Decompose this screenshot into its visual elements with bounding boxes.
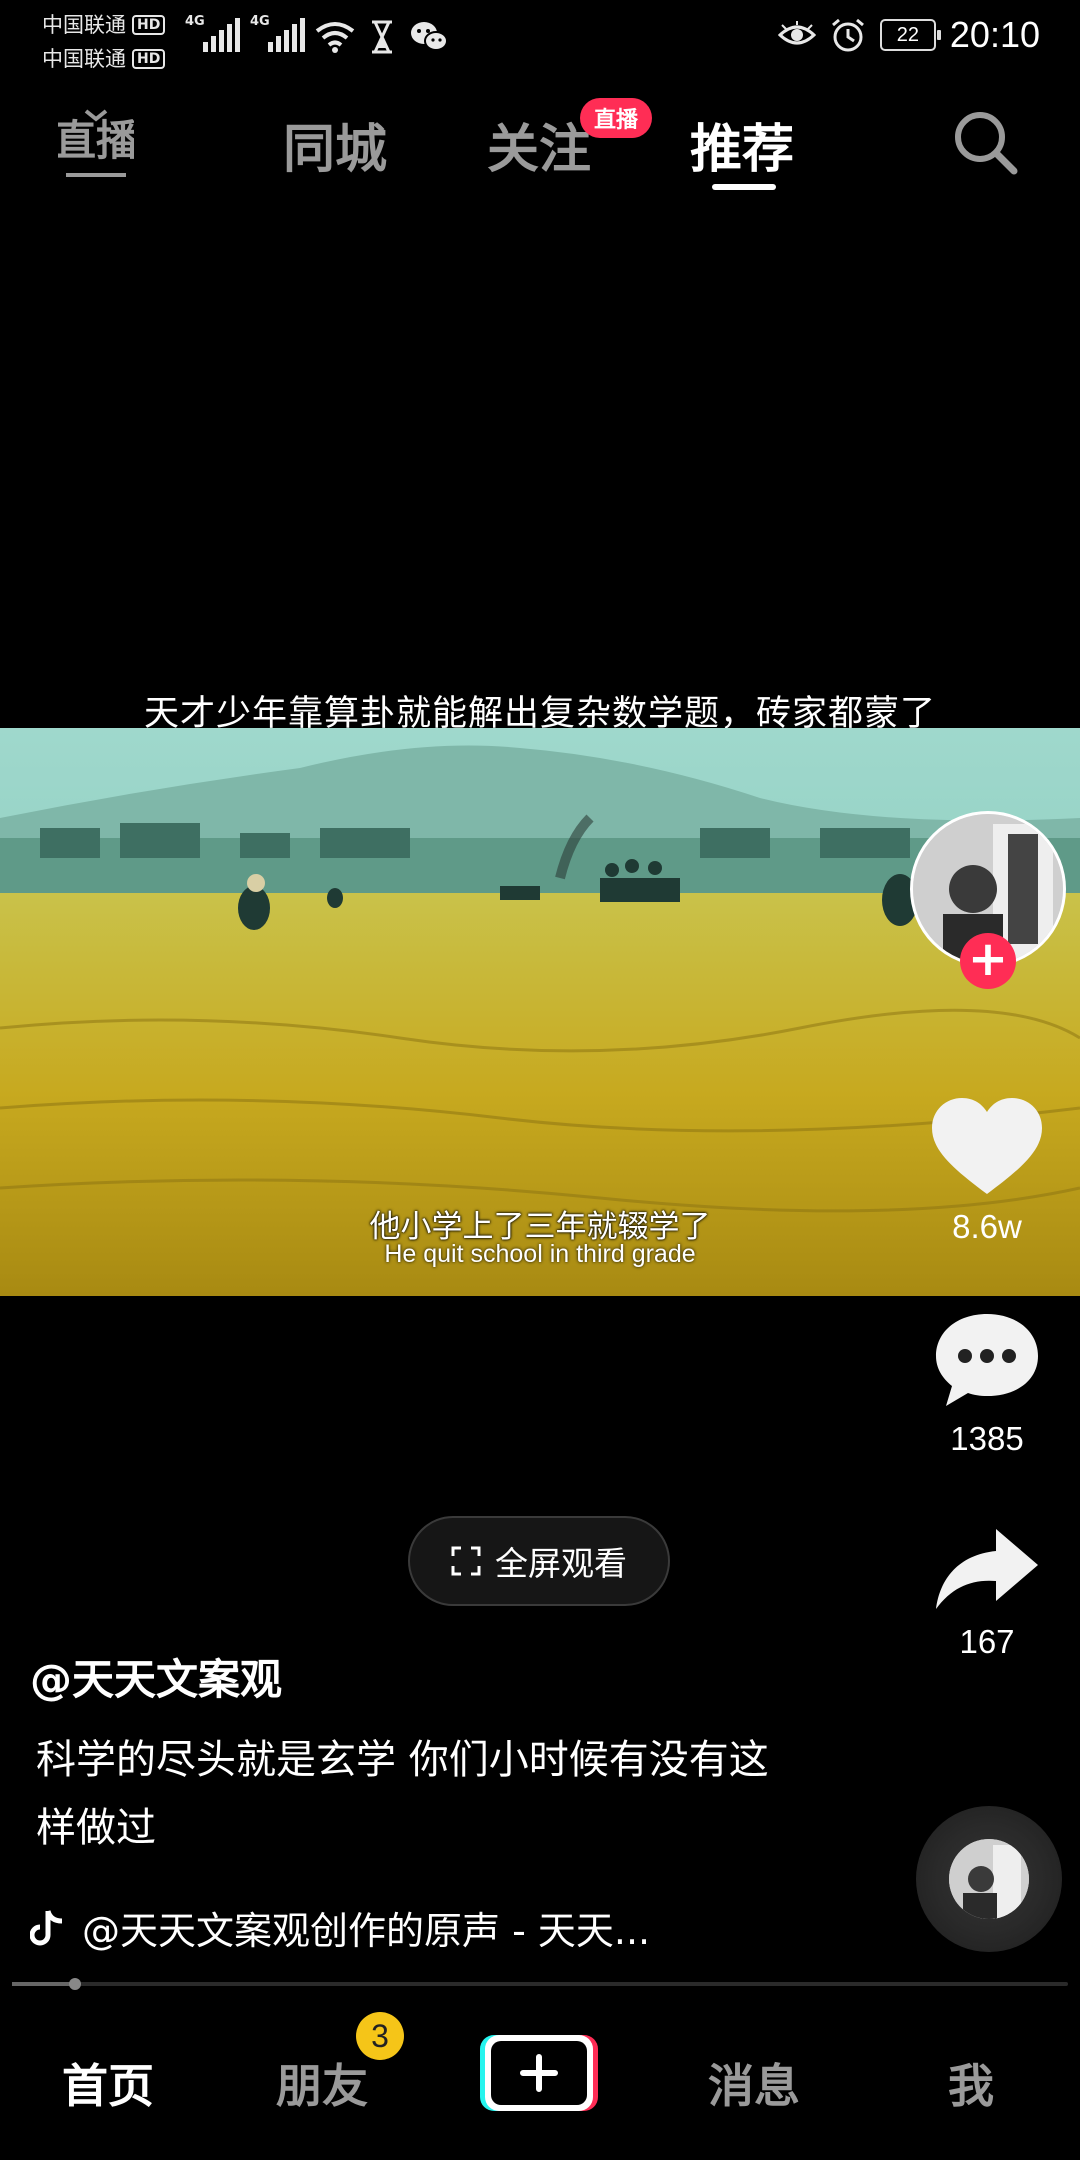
author-name[interactable]: @天天文案观 [30,1646,282,1707]
comment-icon[interactable] [932,1310,1042,1410]
video-progress-bar[interactable] [12,1978,1068,1990]
bottom-nav: 首页 朋友 3 消息 我 [0,2000,1080,2160]
follow-button[interactable]: + [960,933,1016,989]
live-badge: 直播 [580,98,653,138]
like-action[interactable]: 8.6w [912,1098,1062,1246]
music-info[interactable]: @天天文案观创作的原声 - 天天... [30,1900,650,1955]
post-description[interactable]: 科学的尽头就是玄学 你们小时候有没有这样做过 [36,1726,796,1862]
comment-action[interactable]: 1385 [912,1310,1062,1458]
nav-home[interactable]: 首页 [62,2050,154,2116]
hourglass-icon [372,20,392,54]
status-right: 22 20:10 [777,14,1040,56]
hd-icon: HD [132,15,166,35]
tab-following[interactable]: 关注 [487,107,591,182]
top-nav: 直播 同城 关注 直播 推荐 [0,95,1080,195]
battery-icon: 22 [879,19,941,51]
create-button[interactable] [480,2033,598,2113]
progress-fill [12,1982,76,1986]
signal-icon: 4G [185,14,240,52]
carrier-info: 中国联通 HD 中国联通 HD [42,8,166,76]
nav-messages[interactable]: 消息 [708,2050,800,2116]
nav-friends[interactable]: 朋友 [276,2050,368,2116]
status-icons [315,20,449,54]
signal-indicators: 4G 4G [185,14,305,52]
clock: 20:10 [949,14,1040,55]
friends-badge: 3 [356,2012,404,2060]
music-cover [949,1839,1029,1919]
nav-me[interactable]: 我 [948,2050,994,2116]
progress-knob[interactable] [69,1978,82,1990]
wechat-icon [411,22,448,51]
tiktok-note-icon [30,1909,63,1945]
comment-count: 1385 [950,1420,1024,1457]
music-title: @天天文案观创作的原声 - 天天... [82,1909,651,1953]
fullscreen-button[interactable]: 全屏观看 [408,1516,670,1606]
tab-same-city[interactable]: 同城 [283,107,387,182]
live-icon[interactable]: 直播 [58,105,134,181]
alarm-icon [831,18,864,52]
carrier-name: 中国联通 [42,47,126,71]
tab-recommended[interactable]: 推荐 [690,107,794,182]
share-icon[interactable] [932,1525,1042,1613]
fullscreen-icon [451,1546,481,1576]
status-bar: 中国联通 HD 中国联通 HD 4G 4G 22 20:10 [0,0,1080,80]
share-count: 167 [959,1623,1015,1660]
wifi-icon [315,22,355,53]
share-action[interactable]: 167 [912,1525,1062,1661]
like-count: 8.6w [952,1208,1022,1245]
carrier-name: 中国联通 [42,13,126,37]
hd-icon: HD [132,49,166,69]
signal-icon: 4G [250,14,305,52]
author-avatar-group[interactable]: + [910,811,1066,989]
svg-text:直播: 直播 [58,116,134,165]
music-disc[interactable] [916,1806,1062,1952]
eye-icon [777,21,816,45]
heart-icon[interactable] [932,1098,1042,1198]
search-icon[interactable] [950,107,1020,177]
active-tab-indicator [712,184,776,190]
fullscreen-label: 全屏观看 [495,1544,627,1583]
